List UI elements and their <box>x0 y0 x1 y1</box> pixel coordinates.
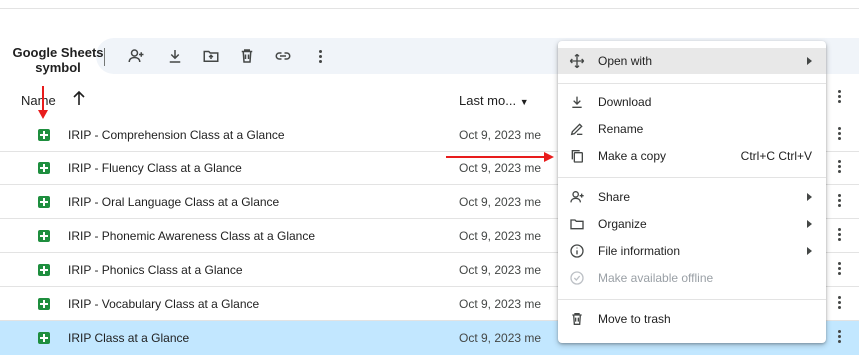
google-sheets-icon <box>38 162 50 174</box>
add-person-icon <box>568 188 586 206</box>
menu-item-download[interactable]: Download <box>558 89 826 115</box>
menu-item-share[interactable]: Share <box>558 184 826 210</box>
file-name: IRIP - Vocabulary Class at a Glance <box>68 297 260 311</box>
pencil-icon <box>568 120 586 138</box>
menu-label: Rename <box>598 122 644 136</box>
file-date: Oct 9, 2023 me <box>459 297 542 311</box>
file-name: IRIP - Fluency Class at a Glance <box>68 161 242 175</box>
file-name: IRIP Class at a Glance <box>68 331 190 345</box>
download-icon[interactable] <box>164 45 186 67</box>
row-more-icon[interactable] <box>837 262 841 275</box>
annotation-line-1: Google Sheets <box>12 45 104 60</box>
menu-item-organize[interactable]: Organize <box>558 211 826 237</box>
google-sheets-icon <box>38 298 50 310</box>
file-name: IRIP - Phonics Class at a Glance <box>68 263 243 277</box>
menu-divider <box>558 299 826 300</box>
menu-item-make-offline: Make available offline <box>558 265 826 291</box>
menu-item-rename[interactable]: Rename <box>558 116 826 142</box>
top-divider <box>0 8 859 9</box>
sort-ascending-icon[interactable] <box>72 90 86 106</box>
menu-item-open-with[interactable]: Open with <box>558 48 826 74</box>
copy-icon <box>568 147 586 165</box>
menu-item-move-to-trash[interactable]: Move to trash <box>558 306 826 332</box>
offline-check-icon <box>568 269 586 287</box>
submenu-arrow-icon <box>807 220 812 228</box>
file-date: Oct 9, 2023 me <box>459 331 542 345</box>
menu-divider <box>558 83 826 84</box>
submenu-arrow-icon <box>807 247 812 255</box>
link-icon[interactable] <box>272 45 294 67</box>
row-more-icon[interactable] <box>837 127 841 140</box>
more-vert-icon[interactable] <box>309 45 331 67</box>
row-more-icon[interactable] <box>837 296 841 309</box>
annotation-line-2: symbol <box>35 60 81 75</box>
context-menu: Open with Download Rename Make a copy Ct… <box>558 41 826 343</box>
submenu-arrow-icon <box>807 57 812 65</box>
row-more-icon[interactable] <box>837 330 841 343</box>
dropdown-caret-icon: ▼ <box>519 97 529 107</box>
file-date: Oct 9, 2023 me <box>459 195 542 209</box>
folder-icon <box>568 215 586 233</box>
file-date: Oct 9, 2023 me <box>459 263 542 277</box>
menu-label: Download <box>598 95 652 109</box>
menu-label: Make available offline <box>598 271 714 285</box>
annotation-arrow-right <box>446 152 554 162</box>
last-modified-header[interactable]: Last mo... ▼ <box>459 93 529 108</box>
header-more-icon[interactable] <box>837 90 841 103</box>
annotation-arrow-down <box>38 86 48 119</box>
menu-item-make-copy[interactable]: Make a copy Ctrl+C Ctrl+V <box>558 143 826 169</box>
file-date: Oct 9, 2023 me <box>459 128 542 142</box>
menu-divider <box>558 177 826 178</box>
google-sheets-icon <box>38 196 50 208</box>
file-name: IRIP - Comprehension Class at a Glance <box>68 128 285 142</box>
last-modified-label: Last mo... <box>459 93 517 108</box>
trash-icon <box>568 310 586 328</box>
menu-item-file-information[interactable]: File information <box>558 238 826 264</box>
info-icon <box>568 242 586 260</box>
add-person-icon[interactable] <box>125 45 147 67</box>
row-more-icon[interactable] <box>837 160 841 173</box>
menu-label: Share <box>598 190 631 204</box>
menu-label: File information <box>598 244 681 258</box>
row-more-icon[interactable] <box>837 194 841 207</box>
menu-label: Organize <box>598 217 647 231</box>
submenu-arrow-icon <box>807 193 812 201</box>
google-sheets-icon <box>38 129 50 141</box>
file-date: Oct 9, 2023 me <box>459 229 542 243</box>
google-sheets-icon <box>38 230 50 242</box>
trash-icon[interactable] <box>236 45 258 67</box>
file-name: IRIP - Phonemic Awareness Class at a Gla… <box>68 229 316 243</box>
download-icon <box>568 93 586 111</box>
menu-label: Make a copy <box>598 149 667 163</box>
move-to-folder-icon[interactable] <box>200 45 222 67</box>
file-name: IRIP - Oral Language Class at a Glance <box>68 195 280 209</box>
row-more-icon[interactable] <box>837 228 841 241</box>
move-arrows-icon <box>568 52 586 70</box>
menu-label: Move to trash <box>598 312 671 326</box>
annotation-label: Google Sheets symbol <box>6 45 110 75</box>
menu-shortcut: Ctrl+C Ctrl+V <box>740 149 812 163</box>
menu-label: Open with <box>598 54 653 68</box>
google-sheets-icon <box>38 332 50 344</box>
google-sheets-icon <box>38 264 50 276</box>
